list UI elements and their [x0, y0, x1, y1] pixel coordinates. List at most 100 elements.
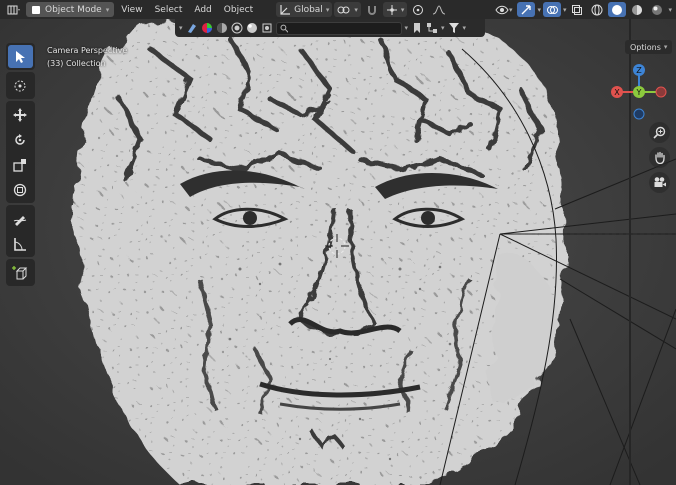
layers-icon[interactable]	[261, 22, 273, 34]
camera-perspective-label: Camera Perspective	[47, 46, 128, 55]
menu-view[interactable]: View	[116, 2, 147, 17]
search-icon	[280, 24, 289, 33]
cursor-tool[interactable]	[8, 74, 33, 97]
chevron-down-icon: ▾	[508, 5, 513, 14]
wireframe-sphere-icon	[591, 4, 603, 15]
pan-button[interactable]	[649, 147, 670, 168]
chevron-down-icon: ▾	[325, 5, 330, 14]
viewport-navigation	[649, 122, 670, 193]
menu-object[interactable]: Object	[219, 2, 258, 17]
material-shading-button[interactable]	[628, 2, 646, 17]
crosshair-circle-icon	[14, 80, 26, 91]
options-dropdown[interactable]: Options ▾	[625, 40, 673, 54]
orientation-label: Global	[294, 4, 323, 15]
gizmo-y-label: Y	[636, 88, 642, 97]
measure-tool[interactable]	[8, 232, 33, 255]
chevron-down-icon[interactable]: ▾	[668, 6, 672, 14]
tool-shelf	[4, 43, 36, 286]
transform-icon	[13, 183, 27, 196]
zoom-button[interactable]	[649, 122, 670, 143]
shading-sphere-icon[interactable]	[231, 22, 243, 34]
scale-icon	[13, 158, 26, 172]
search-field[interactable]	[275, 21, 402, 35]
solid-shading-button[interactable]	[608, 2, 627, 17]
transform-tool[interactable]	[8, 178, 33, 201]
rendered-sphere-icon	[652, 4, 663, 15]
ruler-icon	[14, 237, 26, 251]
chevron-down-icon[interactable]: ▾	[405, 24, 409, 32]
magnifier-plus-icon	[653, 126, 666, 139]
sphere-half-icon[interactable]	[216, 22, 228, 34]
chevron-down-icon: ▾	[400, 5, 405, 14]
xray-icon	[572, 4, 583, 15]
magnet-icon	[367, 5, 376, 15]
link-icon	[337, 6, 350, 13]
bookmark-icon[interactable]	[411, 22, 423, 34]
object-mode-dropdown[interactable]: Object Mode ▾	[26, 2, 115, 17]
transform-orientation-dropdown[interactable]: Global ▾	[276, 2, 333, 17]
world-sphere-icon[interactable]	[246, 22, 258, 34]
scale-tool[interactable]	[8, 153, 33, 176]
viewport-sub-toolbar: ▾ ▾ ▾ ▾	[175, 19, 485, 37]
camera-view-button[interactable]	[649, 172, 670, 193]
gizmo-arrow-icon	[521, 4, 532, 14]
visibility-dropdown[interactable]: ▾	[492, 2, 516, 17]
add-cube-tool[interactable]	[8, 261, 33, 284]
wireframe-shading-button[interactable]	[588, 2, 606, 17]
gizmo-z-label: Z	[636, 66, 642, 75]
material-sphere-icon	[632, 4, 643, 15]
overlay-circles-icon	[546, 5, 558, 14]
proportional-edit-toggle[interactable]	[409, 2, 427, 17]
xray-toggle[interactable]	[568, 2, 586, 17]
navigation-gizmo[interactable]: Z X Y	[610, 61, 672, 123]
gizmo-x-label: X	[614, 88, 620, 97]
gizmo-toggle[interactable]	[517, 2, 536, 17]
object-mode-label: Object Mode	[45, 4, 102, 15]
viewport-info: Camera Perspective (33) Collection	[47, 44, 127, 70]
solid-sphere-icon	[612, 4, 623, 15]
pencil-icon	[13, 215, 27, 226]
select-box-tool[interactable]	[7, 45, 33, 68]
hand-icon	[655, 151, 665, 164]
falloff-dropdown[interactable]	[429, 2, 449, 17]
editor-type-button[interactable]	[4, 2, 24, 17]
chevron-down-icon[interactable]: ▾	[563, 6, 567, 14]
rotate-icon	[15, 133, 25, 145]
rotate-tool[interactable]	[8, 128, 33, 151]
funnel-icon[interactable]	[448, 22, 460, 34]
cube-add-icon	[12, 265, 28, 279]
chevron-down-icon[interactable]: ▾	[179, 24, 183, 32]
proportional-circle-icon	[413, 4, 424, 15]
annotate-tool[interactable]	[8, 207, 33, 230]
move-arrows-icon	[13, 107, 27, 122]
hierarchy-icon[interactable]	[426, 22, 438, 34]
cursor-arrow-icon	[16, 50, 25, 63]
menu-select[interactable]: Select	[150, 2, 188, 17]
pivot-point-dropdown[interactable]: ▾	[334, 2, 361, 17]
overlays-toggle[interactable]	[542, 2, 561, 17]
viewport-header: Object Mode ▾ View Select Add Object Glo…	[0, 0, 676, 19]
filter-paint-icon[interactable]	[186, 22, 198, 34]
snap-toggle[interactable]	[363, 2, 381, 17]
chevron-down-icon[interactable]: ▾	[441, 24, 445, 32]
color-wheel-icon[interactable]	[201, 22, 213, 34]
snap-target-dropdown[interactable]: ▾	[382, 2, 408, 17]
chevron-down-icon: ▾	[663, 43, 668, 51]
move-tool[interactable]	[8, 103, 33, 126]
camera-icon	[654, 177, 666, 187]
grid-icon	[7, 5, 20, 14]
portrait-scene	[0, 19, 676, 485]
chevron-down-icon[interactable]: ▾	[463, 24, 467, 32]
search-input[interactable]	[290, 23, 398, 33]
3d-viewport[interactable]: Camera Perspective (33) Collection Optio…	[0, 19, 676, 485]
snap-grid-icon	[386, 4, 397, 15]
collection-label: (33) Collection	[47, 59, 106, 68]
rendered-shading-button[interactable]	[648, 2, 666, 17]
chevron-down-icon[interactable]: ▾	[537, 6, 541, 14]
chevron-down-icon: ▾	[105, 5, 110, 14]
falloff-curve-icon	[433, 4, 446, 14]
menu-add[interactable]: Add	[189, 2, 216, 17]
orientation-axes-icon	[280, 4, 291, 15]
eye-icon	[495, 5, 509, 14]
options-label: Options	[630, 42, 661, 52]
